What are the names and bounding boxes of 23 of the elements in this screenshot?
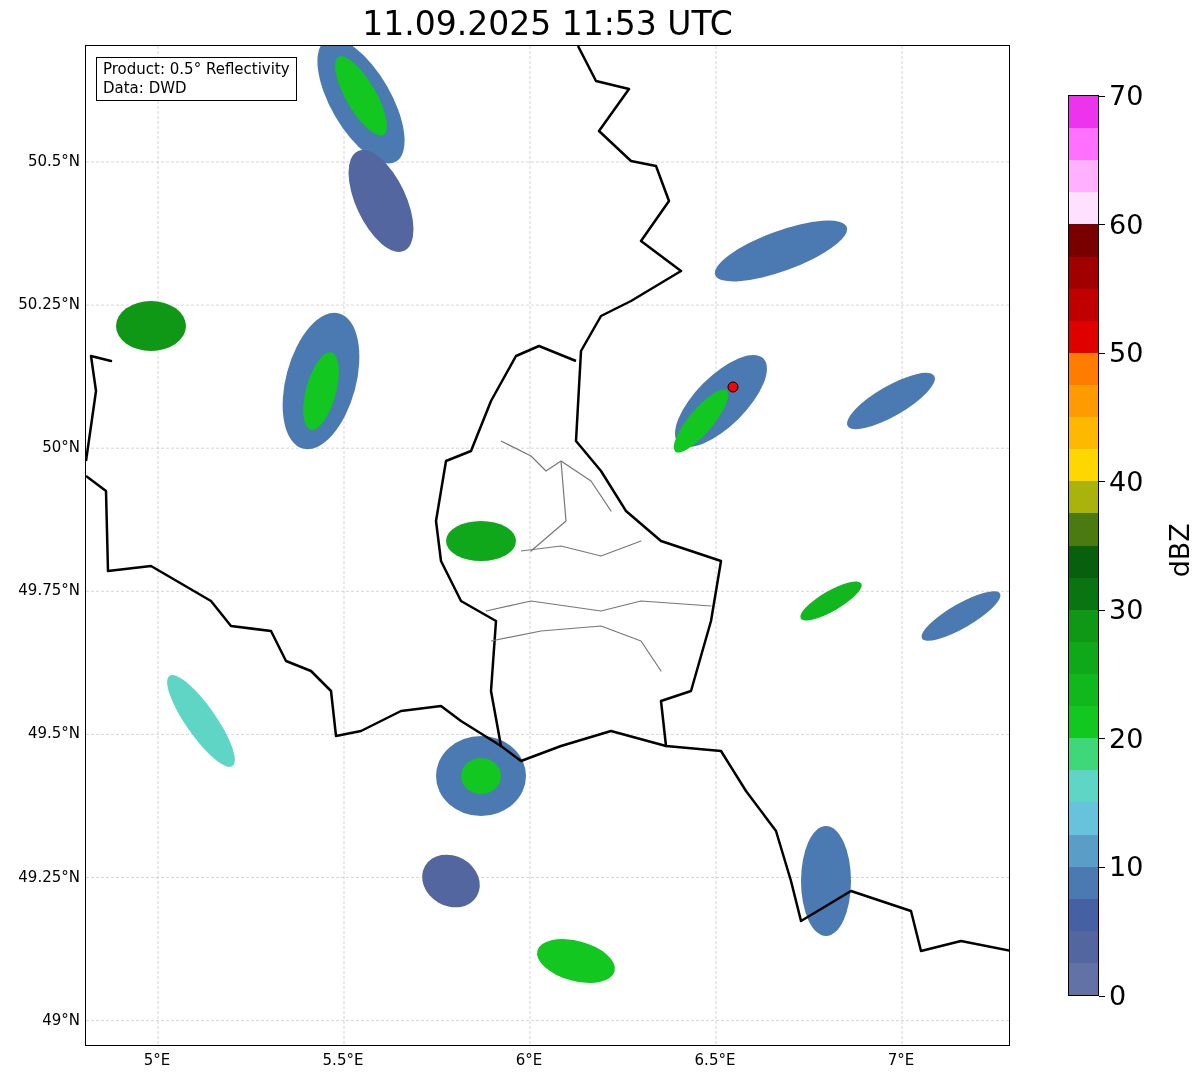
axis-tick-label: 5°E <box>143 1051 171 1069</box>
colorbar-tick-label: 20 <box>1109 723 1144 754</box>
colorbar-tick-label: 30 <box>1109 595 1144 626</box>
info-box: Product: 0.5° Reflectivity Data: DWD <box>96 57 297 101</box>
colorbar-tick-label: 70 <box>1109 81 1144 111</box>
axis-tick-label: 7°E <box>887 1051 915 1069</box>
colorbar-tick-label: 0 <box>1109 981 1127 1011</box>
axis-tick-label: 50°N <box>42 438 80 457</box>
axis-tick-label: 6.5°E <box>694 1051 736 1069</box>
colorbar-tick-label: 60 <box>1109 209 1144 240</box>
axis-tick-label: 50.25°N <box>18 295 80 314</box>
axis-tick-label: 5.5°E <box>322 1051 364 1069</box>
colorbar-label: dBZ <box>1162 522 1196 578</box>
colorbar-tick-label: 50 <box>1109 338 1144 369</box>
axis-tick-label: 49°N <box>42 1010 80 1029</box>
chart-title: 11.09.2025 11:53 UTC <box>362 3 733 45</box>
axis-tick-label: 6°E <box>515 1051 543 1069</box>
colorbar-tick-label: 10 <box>1109 852 1144 883</box>
axis-tick-label: 49.75°N <box>18 581 80 600</box>
axis-tick-label: 50.5°N <box>27 152 80 170</box>
axis-tick-label: 49.25°N <box>18 867 80 886</box>
axis-tick-label: 49.5°N <box>27 724 80 743</box>
colorbar-tick-label: 40 <box>1109 466 1144 497</box>
